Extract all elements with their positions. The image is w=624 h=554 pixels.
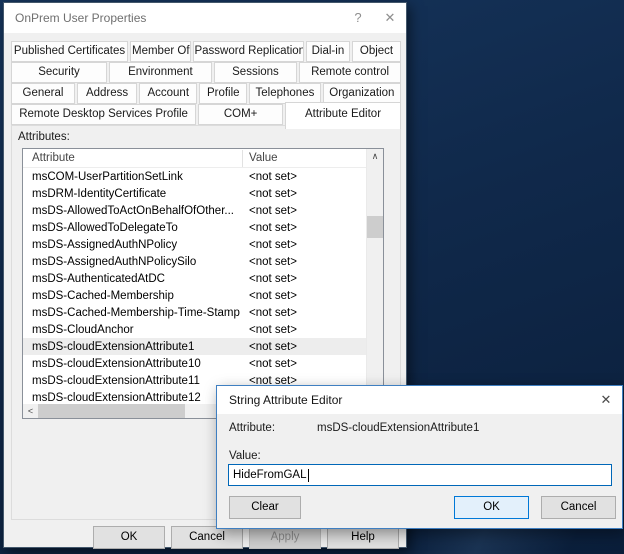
value-cell: <not set>: [243, 358, 366, 370]
value-input-text: HideFromGAL: [233, 469, 307, 481]
table-row[interactable]: msDS-AssignedAuthNPolicy<not set>: [23, 236, 366, 253]
attributes-list: Attribute Value msCOM-UserPartitionSetLi…: [22, 148, 384, 419]
text-cursor: [308, 469, 309, 482]
value-cell: <not set>: [243, 324, 366, 336]
scrollbar-left-icon[interactable]: <: [23, 404, 38, 418]
help-button[interactable]: Help: [327, 526, 399, 549]
main-dialog-title: OnPrem User Properties: [4, 11, 342, 25]
table-row[interactable]: msDS-AllowedToActOnBehalfOfOther...<not …: [23, 202, 366, 219]
attribute-cell: msDS-cloudExtensionAttribute12: [23, 392, 243, 404]
tab-password-replication[interactable]: Password Replication: [193, 41, 303, 62]
value-cell: <not set>: [243, 273, 366, 285]
clear-button[interactable]: Clear: [229, 496, 301, 519]
vertical-scrollbar[interactable]: ∧: [366, 149, 383, 418]
tab-strip: Published Certificates Member Of Passwor…: [11, 41, 401, 125]
tab-com-plus[interactable]: COM+: [198, 104, 283, 125]
value-cell: <not set>: [243, 222, 366, 234]
close-icon[interactable]: ✕: [374, 3, 406, 33]
table-row[interactable]: msDS-AuthenticatedAtDC<not set>: [23, 270, 366, 287]
table-row[interactable]: msCOM-UserPartitionSetLink<not set>: [23, 168, 366, 185]
tab-row-1: Published Certificates Member Of Passwor…: [11, 41, 401, 62]
cancel-button[interactable]: Cancel: [171, 526, 243, 549]
value-cell: <not set>: [243, 256, 366, 268]
tab-member-of[interactable]: Member Of: [130, 41, 191, 62]
attribute-cell: msDS-AssignedAuthNPolicy: [23, 239, 243, 251]
attribute-cell: msDS-cloudExtensionAttribute11: [23, 375, 243, 387]
tab-remote-control[interactable]: Remote control: [299, 62, 401, 83]
tab-remote-desktop-services-profile[interactable]: Remote Desktop Services Profile: [11, 104, 196, 125]
attribute-cell: msDS-Cached-Membership-Time-Stamp: [23, 307, 243, 319]
table-row[interactable]: msDS-Cached-Membership<not set>: [23, 287, 366, 304]
table-row[interactable]: msDS-AllowedToDelegateTo<not set>: [23, 219, 366, 236]
string-attribute-editor-dialog: String Attribute Editor ✕ Attribute: msD…: [216, 385, 623, 529]
attributes-list-main: Attribute Value msCOM-UserPartitionSetLi…: [23, 149, 366, 418]
attribute-label: Attribute:: [229, 422, 275, 434]
value-cell: <not set>: [243, 290, 366, 302]
value-cell: <not set>: [243, 171, 366, 183]
string-editor-ok-button[interactable]: OK: [454, 496, 529, 519]
table-row[interactable]: msDS-Cached-Membership-Time-Stamp<not se…: [23, 304, 366, 321]
table-row[interactable]: msDRM-IdentityCertificate<not set>: [23, 185, 366, 202]
column-header-attribute[interactable]: Attribute: [23, 152, 242, 164]
tab-published-certificates[interactable]: Published Certificates: [11, 41, 128, 62]
tab-attribute-editor[interactable]: Attribute Editor: [285, 102, 401, 129]
apply-button: Apply: [249, 526, 321, 549]
help-icon[interactable]: ?: [342, 3, 374, 33]
table-row[interactable]: msDS-cloudExtensionAttribute10<not set>: [23, 355, 366, 372]
tab-row-4: Remote Desktop Services Profile COM+ Att…: [11, 104, 401, 125]
string-editor-title: String Attribute Editor: [217, 393, 590, 407]
column-header-value[interactable]: Value: [243, 152, 366, 164]
table-row[interactable]: msDS-CloudAnchor<not set>: [23, 321, 366, 338]
value-cell: <not set>: [243, 188, 366, 200]
attribute-cell: msDS-cloudExtensionAttribute1: [23, 341, 243, 353]
ok-button[interactable]: OK: [93, 526, 165, 549]
attribute-cell: msDS-AllowedToDelegateTo: [23, 222, 243, 234]
value-cell: <not set>: [243, 341, 366, 353]
tab-address[interactable]: Address: [77, 83, 137, 104]
tab-row-2: Security Environment Sessions Remote con…: [11, 62, 401, 83]
tab-general[interactable]: General: [11, 83, 75, 104]
tab-row-3: General Address Account Profile Telephon…: [11, 83, 401, 104]
table-row-selected[interactable]: msDS-cloudExtensionAttribute1<not set>: [23, 338, 366, 355]
value-input[interactable]: HideFromGAL: [228, 464, 612, 486]
tab-sessions[interactable]: Sessions: [214, 62, 297, 83]
attribute-cell: msDS-AuthenticatedAtDC: [23, 273, 243, 285]
attribute-cell: msDS-Cached-Membership: [23, 290, 243, 302]
horizontal-scrollbar-thumb[interactable]: [38, 404, 185, 418]
attribute-cell: msDRM-IdentityCertificate: [23, 188, 243, 200]
tab-environment[interactable]: Environment: [109, 62, 212, 83]
tab-dial-in[interactable]: Dial-in: [306, 41, 350, 62]
attribute-cell: msDS-cloudExtensionAttribute10: [23, 358, 243, 370]
attribute-cell: msDS-AssignedAuthNPolicySilo: [23, 256, 243, 268]
tab-object[interactable]: Object: [352, 41, 401, 62]
attribute-name-value: msDS-cloudExtensionAttribute1: [317, 422, 479, 434]
vertical-scrollbar-thumb[interactable]: [367, 216, 383, 238]
close-icon[interactable]: ✕: [590, 386, 622, 414]
tab-security[interactable]: Security: [11, 62, 107, 83]
table-row[interactable]: msDS-AssignedAuthNPolicySilo<not set>: [23, 253, 366, 270]
main-title-bar: OnPrem User Properties ? ✕: [4, 3, 406, 33]
string-editor-cancel-button[interactable]: Cancel: [541, 496, 616, 519]
value-cell: <not set>: [243, 205, 366, 217]
scrollbar-up-icon[interactable]: ∧: [367, 149, 383, 164]
value-label: Value:: [229, 450, 261, 462]
tab-organization[interactable]: Organization: [323, 83, 401, 104]
attributes-label: Attributes:: [18, 131, 70, 143]
tab-account[interactable]: Account: [139, 83, 197, 104]
string-editor-title-bar: String Attribute Editor ✕: [217, 386, 622, 414]
value-cell: <not set>: [243, 307, 366, 319]
attribute-cell: msDS-AllowedToActOnBehalfOfOther...: [23, 205, 243, 217]
list-rows: msCOM-UserPartitionSetLink<not set> msDR…: [23, 168, 366, 404]
value-cell: <not set>: [243, 239, 366, 251]
attribute-cell: msDS-CloudAnchor: [23, 324, 243, 336]
attribute-cell: msCOM-UserPartitionSetLink: [23, 171, 243, 183]
list-header: Attribute Value: [23, 149, 366, 168]
tab-profile[interactable]: Profile: [199, 83, 247, 104]
tab-telephones[interactable]: Telephones: [249, 83, 321, 104]
